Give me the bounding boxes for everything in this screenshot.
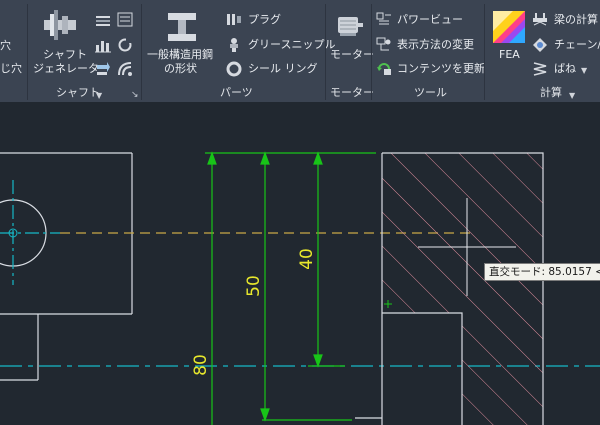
spring-cam-icon[interactable] xyxy=(117,61,133,81)
fea-label[interactable]: FEA xyxy=(499,48,520,61)
ortho-mode-tooltip: 直交モード: 85.0157 < 0 xyxy=(484,263,600,281)
spring-dropdown-icon[interactable]: ▼ xyxy=(581,66,587,75)
power-view-icon[interactable] xyxy=(376,12,392,31)
parts-panel: 一般構造用鋼 の形状 プラグ グリースニップル シール リング パーツ xyxy=(142,0,335,102)
dimension-40-text: 40 xyxy=(297,248,317,270)
display-change-icon[interactable] xyxy=(376,37,392,57)
spline-icon[interactable] xyxy=(117,12,133,31)
grease-nipple-icon[interactable] xyxy=(226,37,242,57)
spring-label[interactable]: ばね xyxy=(554,62,576,75)
shaft-panel-label[interactable]: シャフト xyxy=(56,84,100,100)
calc-panel: FEA 梁の計算 チェーン/ベ ばね ▼ 計算 ▼ xyxy=(485,0,600,102)
dimension-50-text: 50 xyxy=(244,275,264,297)
seal-ring-icon[interactable] xyxy=(226,61,242,81)
file-tab-bar xyxy=(0,102,600,132)
tools-panel: パワービュー 表示方法の変更 コンテンツを更新 ツール xyxy=(372,0,485,102)
arrow-icon[interactable] xyxy=(95,61,111,81)
motor-panel: モーター モーター xyxy=(326,0,374,102)
beam-calc-icon[interactable] xyxy=(532,12,548,32)
shaft-generator-label-2[interactable]: ジェネレータ xyxy=(33,62,99,75)
spring-icon[interactable] xyxy=(532,61,548,81)
steel-profile-icon[interactable] xyxy=(166,11,198,47)
calc-panel-label[interactable]: 計算 xyxy=(540,84,562,100)
shaft-panel-launcher-icon[interactable]: ↘ xyxy=(131,90,139,100)
refresh-circle-icon[interactable] xyxy=(117,37,133,57)
grease-nipple-label[interactable]: グリースニップル xyxy=(248,38,335,51)
fea-icon[interactable] xyxy=(493,11,525,47)
plug-label[interactable]: プラグ xyxy=(248,13,281,26)
tools-panel-label[interactable]: ツール xyxy=(414,84,447,100)
dimension-80-text: 80 xyxy=(191,354,211,376)
right-part-section xyxy=(355,152,544,425)
seal-ring-label[interactable]: シール リング xyxy=(248,62,318,75)
bar-chart-icon[interactable] xyxy=(95,37,111,57)
hole-tool-label[interactable]: 穴 xyxy=(0,39,11,52)
shaft-panel: シャフト ジェネレータ シャフト ▼ ↘ xyxy=(28,0,141,102)
display-change-label[interactable]: 表示方法の変更 xyxy=(397,38,474,51)
chain-label[interactable]: チェーン/ベ xyxy=(554,38,600,51)
plug-icon[interactable] xyxy=(226,12,242,31)
motor-label[interactable]: モーター xyxy=(330,48,374,61)
dimension-lines xyxy=(205,151,376,425)
update-content-icon[interactable] xyxy=(376,61,392,81)
update-content-label[interactable]: コンテンツを更新 xyxy=(397,62,485,75)
left-part-outline xyxy=(0,152,133,381)
beam-calc-label[interactable]: 梁の計算 xyxy=(554,13,598,26)
motor-icon[interactable] xyxy=(334,13,364,43)
shaft-generator-label-1[interactable]: シャフト xyxy=(43,48,87,61)
parts-panel-label[interactable]: パーツ xyxy=(220,84,253,100)
screw-hole-tool-label[interactable]: じ穴 xyxy=(0,62,22,75)
steel-profile-label-2[interactable]: の形状 xyxy=(164,62,197,75)
shaft-generator-icon[interactable] xyxy=(42,10,78,44)
chain-icon[interactable] xyxy=(532,37,548,57)
ribbon: 穴 じ穴 シャフト ジェネレータ シャフト ▼ ↘ 一般構造用鋼 の形状 プラグ… xyxy=(0,0,600,102)
power-view-label[interactable]: パワービュー xyxy=(397,13,463,26)
shaft-panel-dropdown-icon[interactable]: ▼ xyxy=(96,91,102,100)
calc-panel-dropdown-icon[interactable]: ▼ xyxy=(569,91,575,100)
bearing-icon[interactable] xyxy=(95,13,111,32)
motor-panel-label[interactable]: モーター xyxy=(330,84,374,100)
steel-profile-label-1[interactable]: 一般構造用鋼 xyxy=(147,48,213,61)
